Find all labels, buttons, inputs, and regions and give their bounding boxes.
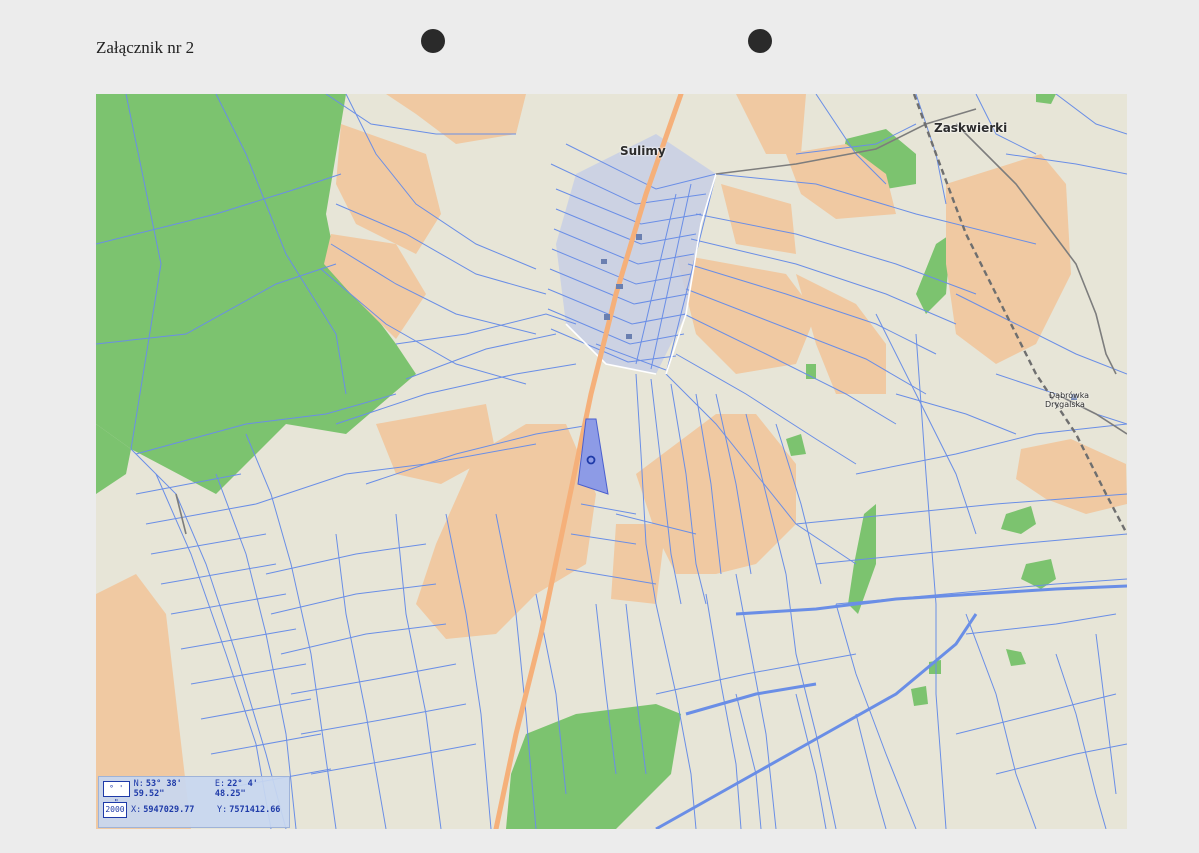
place-label-drygalska: Drygalska xyxy=(1045,400,1085,409)
building xyxy=(616,284,623,289)
map-canvas[interactable] xyxy=(96,94,1127,829)
building xyxy=(601,259,607,264)
building xyxy=(626,334,632,339)
coordinates-row-geographic: ° ' " N:53° 38' 59.52" E:22° 4' 48.25" xyxy=(103,779,289,807)
x-key: X: xyxy=(131,805,142,815)
coordinates-row-planar: 2000 X: 5947029.77 Y: 7571412.66 xyxy=(103,801,280,819)
page-label: Załącznik nr 2 xyxy=(96,38,195,57)
x-value: 5947029.77 xyxy=(143,805,195,815)
y-value: 7571412.66 xyxy=(229,805,281,815)
place-label-sulimy: Sulimy xyxy=(620,144,666,158)
map-view[interactable]: Sulimy Zaskwierki Dąbrówka Drygalska ° '… xyxy=(96,94,1127,829)
building xyxy=(636,234,642,240)
y-key: Y: xyxy=(217,805,228,815)
coordinate-format-badge[interactable]: ° ' " xyxy=(103,781,130,807)
coordinates-panel: ° ' " N:53° 38' 59.52" E:22° 4' 48.25" 2… xyxy=(98,776,290,828)
forest-area xyxy=(911,686,928,706)
punch-hole xyxy=(748,29,772,53)
building xyxy=(604,314,610,320)
place-label-zaskwierki: Zaskwierki xyxy=(934,121,1008,135)
east-key: E: xyxy=(214,779,226,789)
coordinate-system-badge[interactable]: 2000 xyxy=(103,802,127,818)
punch-hole xyxy=(421,29,445,53)
place-label-dabrowka: Dąbrówka xyxy=(1049,391,1090,400)
north-key: N: xyxy=(133,779,144,789)
